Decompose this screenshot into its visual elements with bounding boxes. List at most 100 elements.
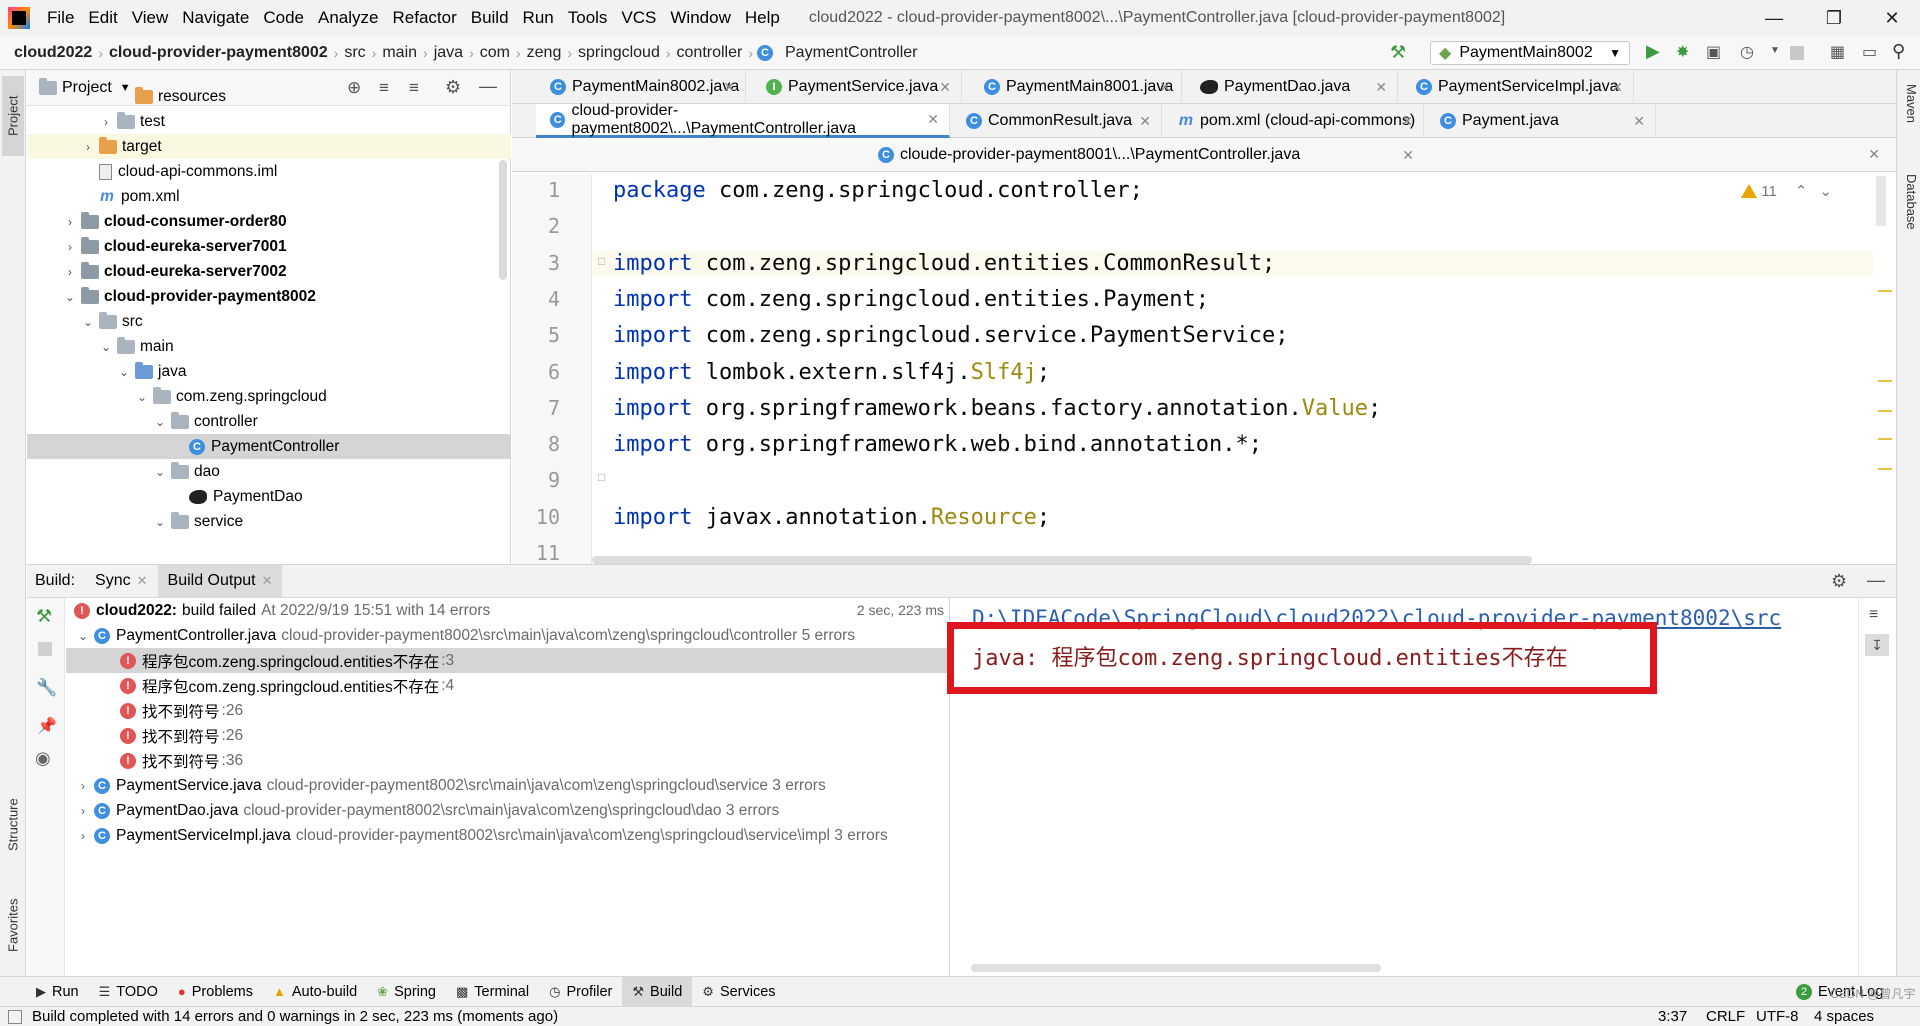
warning-marker[interactable] (1878, 380, 1892, 382)
hide-panel-icon[interactable]: — (1867, 570, 1885, 591)
build-summary-row[interactable]: ! cloud2022: build failed At 2022/9/19 1… (66, 598, 950, 623)
code-line[interactable]: import javax.annotation.Resource; (613, 505, 1050, 530)
close-tab-icon[interactable]: ✕ (1402, 147, 1414, 164)
structure-tool-tab[interactable]: Structure (2, 770, 24, 880)
fold-icon[interactable]: □ (598, 254, 605, 268)
editor-tab[interactable]: C PaymentMain8001.java ✕ (970, 70, 1182, 104)
code-line[interactable]: import lombok.extern.slf4j.Slf4j; (613, 360, 1050, 385)
chevron-icon[interactable]: ⌄ (63, 290, 77, 304)
close-tab-icon[interactable]: ✕ (927, 111, 939, 128)
breadcrumb-item[interactable]: springcloud (572, 44, 666, 62)
close-tab-icon[interactable]: ✕ (1633, 113, 1645, 130)
tree-item[interactable]: ⌄ main (27, 334, 511, 359)
tree-item[interactable]: ⌄ src (27, 309, 511, 334)
tree-item[interactable]: ⌄ java (27, 359, 511, 384)
tool-spring[interactable]: ❀ Spring (367, 977, 446, 1007)
chevron-icon[interactable]: › (99, 115, 113, 129)
tree-item[interactable]: C PaymentController (27, 434, 511, 459)
code-line[interactable]: import org.springframework.web.bind.anno… (613, 432, 1262, 457)
maximize-icon[interactable]: ❐ (1806, 0, 1862, 36)
editor-tab[interactable]: I PaymentService.java ✕ (752, 70, 962, 104)
project-scrollbar[interactable] (499, 160, 507, 280)
chevron-icon[interactable]: ⌄ (135, 390, 149, 404)
code-line[interactable]: import com.zeng.springcloud.entities.Pay… (613, 287, 1209, 312)
minimize-icon[interactable]: — (1746, 0, 1802, 36)
editor-hscrollbar[interactable] (592, 556, 1532, 564)
file-encoding[interactable]: UTF-8 (1756, 1008, 1799, 1025)
stop-icon[interactable] (38, 642, 52, 656)
menu-code[interactable]: Code (256, 0, 311, 36)
editor-tab[interactable]: C Payment.java ✕ (1426, 104, 1656, 138)
menu-window[interactable]: Window (663, 0, 737, 36)
chevron-icon[interactable]: › (76, 779, 90, 793)
menu-vcs[interactable]: VCS (614, 0, 663, 36)
code-line[interactable]: import org.springframework.beans.factory… (613, 396, 1381, 421)
close-tab-icon[interactable]: ✕ (1401, 113, 1413, 130)
editor-tab[interactable]: C PaymentMain8002.java ✕ (536, 70, 746, 104)
tool-build[interactable]: ⚒ Build (622, 976, 693, 1007)
code-line[interactable]: import com.zeng.springcloud.service.Paym… (613, 323, 1289, 348)
breadcrumb-item[interactable]: com (474, 44, 516, 62)
warning-marker[interactable] (1878, 468, 1892, 470)
rebuild-icon[interactable]: ⚒ (36, 606, 52, 627)
editor-tab[interactable]: C cloude-provider-payment8001\...\Paymen… (864, 138, 1424, 172)
gear-icon[interactable]: ⚙ (1831, 571, 1847, 592)
chevron-down-icon[interactable]: ⌄ (1819, 182, 1832, 200)
chevron-icon[interactable]: ⌄ (81, 315, 95, 329)
editor-vscrollbar[interactable] (1876, 176, 1886, 226)
inspection-widget[interactable]: 11 ⌃ ⌄ (1741, 182, 1832, 200)
editor-tab[interactable]: C cloud-provider-payment8002\...\Payment… (536, 102, 950, 138)
menu-help[interactable]: Help (738, 0, 787, 36)
menu-navigate[interactable]: Navigate (175, 0, 256, 36)
eye-icon[interactable]: ◉ (35, 748, 51, 769)
menu-build[interactable]: Build (464, 0, 516, 36)
status-toggle-icon[interactable] (8, 1009, 22, 1024)
console-hscrollbar[interactable] (971, 964, 1381, 972)
indent-setting[interactable]: 4 spaces (1814, 1008, 1874, 1025)
build-error-row[interactable]: ! 程序包com.zeng.springcloud.entities不存在 :3 (66, 648, 950, 673)
tree-item[interactable]: PaymentDao (27, 484, 511, 509)
tree-item[interactable]: › target (27, 134, 511, 159)
tab-build-output[interactable]: Build Output ✕ (157, 564, 283, 598)
caret-position[interactable]: 3:37 (1658, 1008, 1687, 1025)
close-tab-icon[interactable]: ✕ (1159, 79, 1171, 96)
status-message[interactable]: Build completed with 14 errors and 0 war… (32, 1008, 558, 1025)
breadcrumb-item[interactable]: cloud-provider-payment8002 (103, 44, 334, 62)
stop-icon[interactable] (1790, 46, 1804, 60)
tool-run[interactable]: ▶ Run (26, 977, 89, 1007)
chevron-icon[interactable]: ⌄ (153, 415, 167, 429)
tree-item[interactable]: › cloud-eureka-server7002 (27, 259, 511, 284)
tree-item[interactable]: ⌄ service (27, 509, 511, 534)
tree-item[interactable]: ⌄ dao (27, 459, 511, 484)
chevron-icon[interactable]: › (76, 804, 90, 818)
warning-marker[interactable] (1878, 438, 1892, 440)
soft-wrap-icon[interactable]: ≡ (1869, 606, 1878, 624)
scroll-to-end-icon[interactable]: ↧ (1865, 634, 1889, 656)
profile-icon[interactable]: ◷ (1740, 42, 1754, 62)
menu-analyze[interactable]: Analyze (311, 0, 385, 36)
close-tab-icon[interactable]: ✕ (1375, 79, 1387, 96)
breadcrumb-item[interactable]: zeng (521, 44, 568, 62)
breadcrumb-item[interactable]: cloud2022 (8, 44, 98, 62)
tab-sync[interactable]: Sync ✕ (85, 565, 157, 598)
tool-todo[interactable]: ☰ TODO (89, 977, 168, 1007)
project-tool-tab[interactable]: Project (2, 76, 24, 156)
tree-item[interactable]: cloud-api-commons.iml (27, 159, 511, 184)
close-tab-icon[interactable]: ✕ (723, 79, 735, 96)
close-icon[interactable]: ✕ (1868, 146, 1880, 163)
close-tab-icon[interactable]: ✕ (1611, 79, 1623, 96)
tree-item[interactable]: m pom.xml (27, 184, 511, 209)
close-tab-icon[interactable]: ✕ (1139, 113, 1151, 130)
close-tab-icon[interactable]: ✕ (939, 79, 951, 96)
editor-tab[interactable]: m pom.xml (cloud-api-commons) ✕ (1164, 104, 1424, 138)
tree-item[interactable]: ⌄ com.zeng.springcloud (27, 384, 511, 409)
code-line[interactable]: import com.zeng.springcloud.entities.Com… (593, 250, 1873, 276)
tree-item[interactable]: ⌄ cloud-provider-payment8002 (27, 284, 511, 309)
build-error-row[interactable]: ! 找不到符号 :26 (66, 698, 950, 723)
run-config-selector[interactable]: ◆ PaymentMain8002 ▼ (1430, 41, 1630, 65)
tool-services[interactable]: ⚙ Services (692, 977, 785, 1007)
tree-item[interactable]: resources (27, 84, 511, 109)
layout-icon[interactable]: ▭ (1862, 42, 1877, 62)
chevron-icon[interactable]: › (81, 140, 95, 154)
build-file-row[interactable]: › C PaymentService.java cloud-provider-p… (66, 773, 950, 798)
